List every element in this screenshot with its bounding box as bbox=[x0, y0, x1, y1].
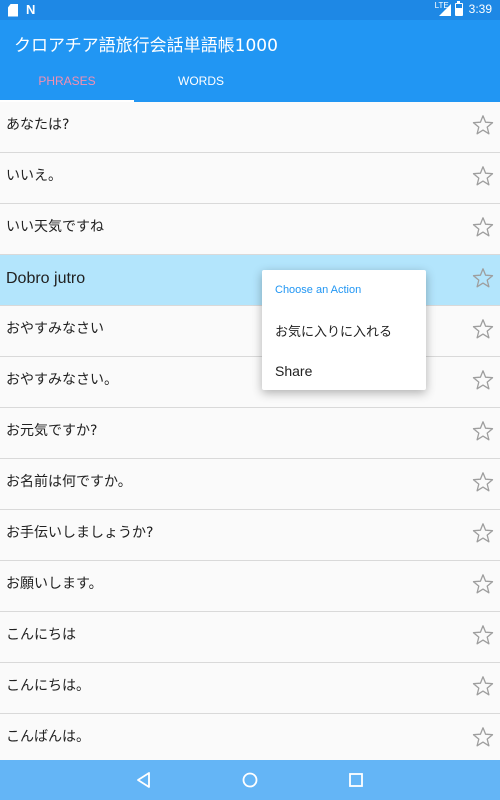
sd-card-icon bbox=[8, 3, 18, 17]
phrase-text: いい天気ですね bbox=[6, 219, 104, 235]
phrase-row[interactable]: お名前は何ですか。 bbox=[0, 459, 500, 510]
app-bar: クロアチア語旅行会話単語帳1000 PHRASES WORDS bbox=[0, 20, 500, 102]
tab-phrases[interactable]: PHRASES bbox=[0, 70, 134, 102]
notification-icons: N bbox=[8, 3, 35, 17]
phrase-row[interactable]: いいえ。 bbox=[0, 153, 500, 204]
phrase-text: いいえ。 bbox=[6, 168, 62, 184]
phrase-text: あなたは? bbox=[6, 117, 70, 133]
status-icons: LTE 3:39 bbox=[435, 0, 492, 16]
home-icon[interactable] bbox=[240, 770, 260, 790]
favorite-star-icon[interactable] bbox=[472, 726, 494, 748]
app-title: クロアチア語旅行会話単語帳1000 bbox=[14, 36, 278, 56]
favorite-star-icon[interactable] bbox=[472, 471, 494, 493]
phrase-text: こんばんは。 bbox=[6, 729, 90, 745]
phrase-text: Dobro jutro bbox=[6, 270, 86, 287]
favorite-star-icon[interactable] bbox=[472, 522, 494, 544]
phrase-row[interactable]: こんにちは bbox=[0, 612, 500, 663]
phrase-text: おやすみなさい。 bbox=[6, 372, 118, 388]
phrase-row[interactable]: あなたは? bbox=[0, 102, 500, 153]
context-menu-title: Choose an Action bbox=[275, 284, 362, 296]
phrase-list: あなたは? いいえ。いい天気ですね Dobro jutro おやすみなさい おやすみなさ… bbox=[0, 102, 500, 765]
phrase-row[interactable]: お手伝いしましょうか? bbox=[0, 510, 500, 561]
phrase-row[interactable]: いい天気ですね bbox=[0, 204, 500, 255]
favorite-star-icon[interactable] bbox=[472, 318, 494, 340]
navigation-bar bbox=[0, 760, 500, 800]
phrase-row[interactable]: お元気ですか? bbox=[0, 408, 500, 459]
phrase-text: おやすみなさい bbox=[6, 321, 104, 337]
clock: 3:39 bbox=[468, 2, 492, 16]
phrase-text: こんにちは。 bbox=[6, 678, 90, 694]
back-icon[interactable] bbox=[134, 770, 154, 790]
n-icon: N bbox=[26, 2, 36, 17]
phrase-row[interactable]: こんばんは。 bbox=[0, 714, 500, 765]
favorite-star-icon[interactable] bbox=[472, 165, 494, 187]
favorite-star-icon[interactable] bbox=[472, 114, 494, 136]
phrase-text: お元気ですか? bbox=[6, 423, 98, 439]
favorite-star-icon[interactable] bbox=[472, 216, 494, 238]
favorite-star-icon[interactable] bbox=[472, 675, 494, 697]
phrase-row[interactable]: こんにちは。 bbox=[0, 663, 500, 714]
favorite-star-icon[interactable] bbox=[472, 369, 494, 391]
signal-icon: LTE bbox=[435, 1, 451, 16]
phrase-text: こんにちは bbox=[6, 627, 76, 643]
phrase-text: お名前は何ですか。 bbox=[6, 474, 132, 490]
context-menu: Choose an Action お気に入りに入れる Share bbox=[262, 270, 426, 390]
tab-words[interactable]: WORDS bbox=[134, 70, 268, 102]
status-bar: N LTE 3:39 bbox=[0, 0, 500, 20]
favorite-star-icon[interactable] bbox=[472, 420, 494, 442]
favorite-star-icon[interactable] bbox=[472, 267, 494, 289]
phrase-text: お願いします。 bbox=[6, 576, 103, 592]
phrase-row[interactable]: お願いします。 bbox=[0, 561, 500, 612]
favorite-star-icon[interactable] bbox=[472, 624, 494, 646]
favorite-star-icon[interactable] bbox=[472, 573, 494, 595]
battery-icon bbox=[454, 0, 463, 16]
add-to-favorites-item[interactable]: お気に入りに入れる bbox=[275, 321, 392, 340]
share-item[interactable]: Share bbox=[275, 363, 312, 379]
phrase-text: お手伝いしましょうか? bbox=[6, 525, 154, 541]
recent-apps-icon[interactable] bbox=[346, 770, 366, 790]
